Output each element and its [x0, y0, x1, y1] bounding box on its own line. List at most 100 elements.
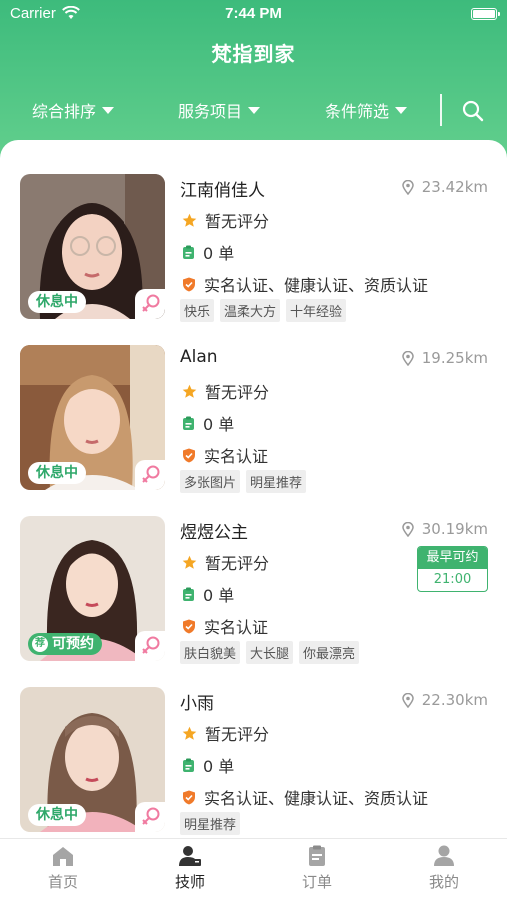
rating-row: 暂无评分: [182, 550, 269, 574]
technician-photo: 休息中: [20, 174, 165, 319]
caret-down-icon: [102, 106, 115, 114]
status-badge-label: 可预约: [52, 636, 94, 652]
condition-filter[interactable]: 条件筛选: [325, 98, 408, 122]
service-filter[interactable]: 服务项目: [178, 98, 261, 122]
clock: 7:44 PM: [225, 5, 282, 22]
rating-row: 暂无评分: [182, 208, 269, 232]
tab-label: 订单: [301, 873, 332, 891]
technician-photo: 休息中: [20, 345, 165, 490]
orders-text: 0 单: [203, 244, 235, 263]
tab-profile[interactable]: 我的: [381, 845, 507, 892]
shield-icon: [183, 619, 195, 633]
shield-icon: [183, 277, 195, 291]
search-icon[interactable]: [462, 100, 484, 122]
shield-icon: [183, 448, 195, 462]
tag: 明星推荐: [180, 812, 241, 835]
star-icon: [182, 213, 197, 227]
status-badge-label: 休息中: [36, 465, 78, 481]
certification-row: 实名认证: [182, 614, 268, 638]
app-header: Carrier 7:44 PM 梵指到家 综合排序 服务项目 条件筛选: [0, 0, 507, 160]
location-pin-icon: [401, 350, 414, 366]
bottom-tab-bar: 首页 技师 订单 我的: [0, 838, 507, 900]
sort-filter[interactable]: 综合排序: [32, 98, 115, 122]
distance: 30.19km: [401, 520, 488, 538]
condition-filter-label: 条件筛选: [325, 102, 390, 121]
technician-name: 小雨: [180, 694, 214, 714]
filter-bar: 综合排序 服务项目 条件筛选: [0, 92, 507, 128]
technician-card[interactable]: 休息中 Alan 19.25km 暂无评分 0 单 实名认证 多张图片 明星推荐: [0, 345, 507, 516]
orders-text: 0 单: [203, 586, 235, 605]
status-bar: Carrier 7:44 PM: [0, 0, 507, 30]
rating-row: 暂无评分: [182, 379, 269, 403]
technician-photo: 休息中: [20, 687, 165, 832]
technician-card[interactable]: 休息中 小雨 22.30km 暂无评分 0 单 实名认证、健康认证、资质认证 明…: [0, 687, 507, 858]
technician-name: Alan: [180, 347, 218, 367]
tag: 温柔大方: [220, 299, 281, 322]
battery-icon: [471, 8, 500, 20]
certification-text: 实名认证: [204, 447, 269, 466]
technician-card[interactable]: 休息中 江南俏佳人 23.42km 暂无评分 0 单 实名认证、健康认证、资质认…: [0, 174, 507, 345]
status-badge: 休息中: [28, 804, 86, 826]
status-badge-label: 休息中: [36, 807, 78, 823]
orders-text: 0 单: [203, 757, 235, 776]
female-icon: [135, 802, 165, 832]
tab-home[interactable]: 首页: [0, 845, 126, 892]
caret-down-icon: [248, 106, 261, 114]
star-icon: [182, 384, 197, 398]
orders-row: 0 单: [182, 411, 234, 435]
technician-name: 煜煜公主: [180, 523, 248, 543]
recommend-icon: 荐: [32, 636, 48, 652]
sort-filter-label: 综合排序: [32, 102, 97, 121]
distance: 23.42km: [401, 178, 488, 196]
technician-card[interactable]: 荐 可预约 煜煜公主 30.19km 最早可约 21:00 暂无评分 0 单 实…: [0, 516, 507, 687]
shield-icon: [183, 790, 195, 804]
status-badge-label: 休息中: [36, 294, 78, 310]
status-badge: 休息中: [28, 291, 86, 313]
female-icon: [135, 460, 165, 490]
status-badge: 荐 可预约: [28, 633, 102, 655]
distance: 22.30km: [401, 691, 488, 709]
service-filter-label: 服务项目: [178, 102, 243, 121]
status-badge: 休息中: [28, 462, 86, 484]
tag: 大长腿: [246, 641, 294, 664]
technician-photo: 荐 可预约: [20, 516, 165, 661]
tag: 多张图片: [180, 470, 241, 493]
star-icon: [182, 555, 197, 569]
home-icon: [53, 847, 73, 866]
tag: 肤白貌美: [180, 641, 241, 664]
earliest-appointment-label: 最早可约: [418, 547, 487, 569]
tag: 你最漂亮: [299, 641, 360, 664]
star-icon: [182, 726, 197, 740]
caret-down-icon: [395, 106, 408, 114]
technician-list: 休息中 江南俏佳人 23.42km 暂无评分 0 单 实名认证、健康认证、资质认…: [0, 140, 507, 860]
rating-row: 暂无评分: [182, 721, 269, 745]
rating-text: 暂无评分: [205, 383, 270, 402]
tag-list: 明星推荐: [180, 812, 241, 835]
tab-label: 我的: [428, 873, 459, 891]
certification-text: 实名认证: [204, 618, 269, 637]
tag-list: 多张图片 明星推荐: [180, 470, 307, 493]
location-pin-icon: [401, 521, 414, 537]
orders-row: 0 单: [182, 240, 234, 264]
profile-icon: [434, 845, 454, 866]
filter-divider: [440, 94, 442, 126]
earliest-appointment-time: 21:00: [433, 572, 472, 587]
rating-text: 暂无评分: [205, 212, 270, 231]
earliest-appointment-badge[interactable]: 最早可约 21:00: [417, 546, 488, 592]
orders-row: 0 单: [182, 582, 234, 606]
tab-label: 首页: [47, 873, 78, 891]
location-pin-icon: [401, 179, 414, 195]
tab-orders[interactable]: 订单: [254, 845, 380, 892]
rating-text: 暂无评分: [205, 554, 270, 573]
certification-row: 实名认证、健康认证、资质认证: [182, 785, 428, 809]
technician-icon: [179, 846, 201, 866]
tag-list: 快乐 温柔大方 十年经验: [180, 299, 347, 322]
female-icon: [135, 289, 165, 319]
tag: 明星推荐: [246, 470, 307, 493]
tab-technician[interactable]: 技师: [127, 845, 253, 892]
female-icon: [135, 631, 165, 661]
distance: 19.25km: [401, 349, 488, 367]
order-count-icon: [183, 758, 194, 772]
tag: 快乐: [180, 299, 215, 322]
distance-value: 22.30km: [421, 691, 488, 709]
